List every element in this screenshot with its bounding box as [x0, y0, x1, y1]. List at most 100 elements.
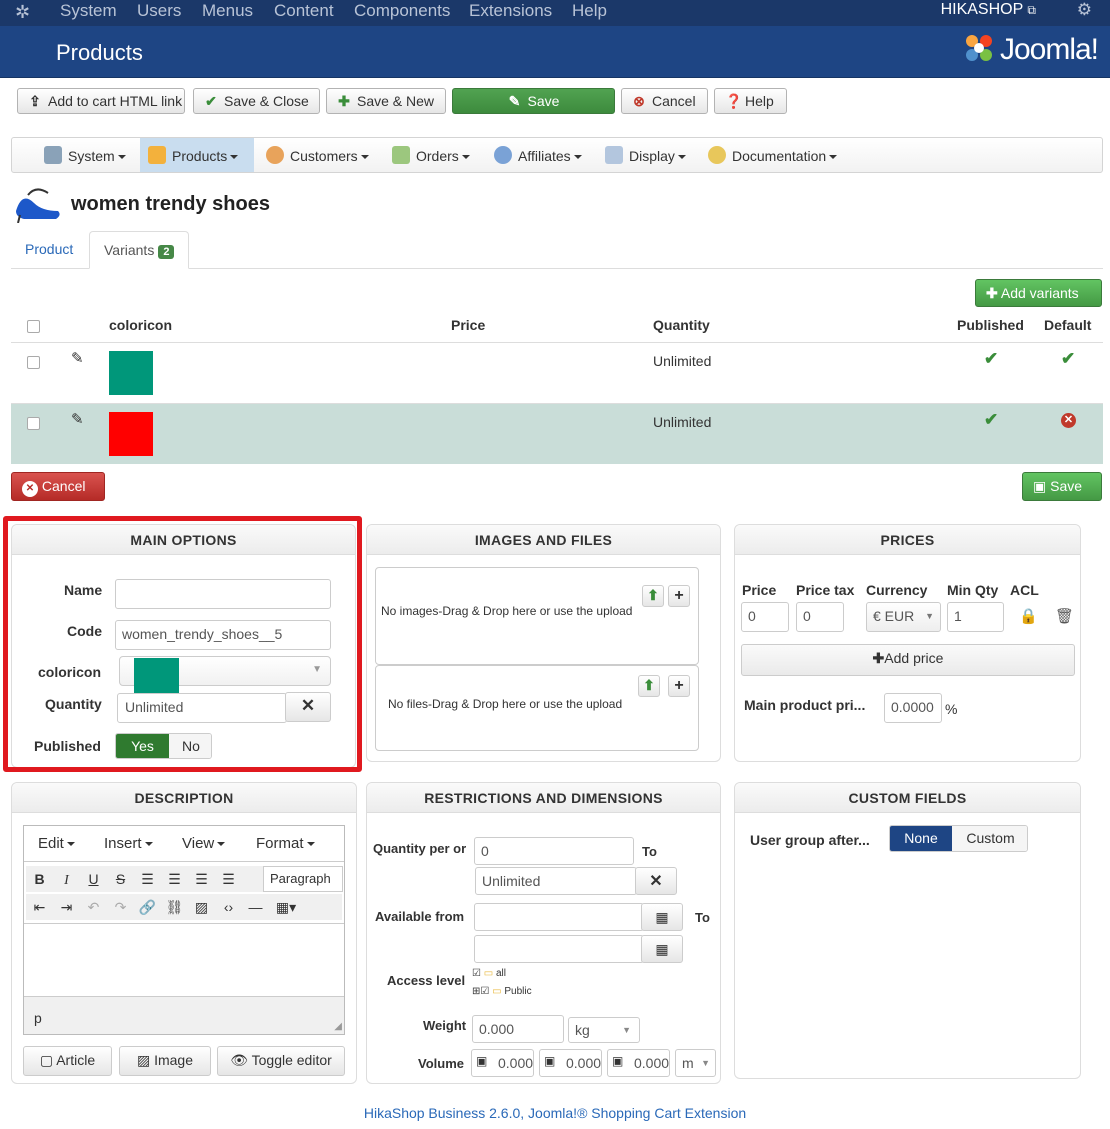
nav-system[interactable]: System	[36, 138, 134, 172]
nav-affiliates[interactable]: Affiliates	[486, 138, 590, 172]
available-to-input[interactable]	[474, 935, 644, 963]
save-close-button[interactable]: ✔ Save & Close	[193, 88, 320, 114]
table-row[interactable]: ✎ Unlimited ✔ ✔	[11, 342, 1103, 403]
access-node-public[interactable]: ⊞☑ ▭ Public	[472, 986, 532, 1004]
horizontal-rule-icon[interactable]: —	[242, 896, 269, 918]
restrictions-panel: RESTRICTIONS AND DIMENSIONS Quantity per…	[366, 782, 721, 1084]
align-center-icon[interactable]: ☰	[161, 868, 188, 890]
site-link[interactable]: HIKASHOP ⧉	[941, 1, 1036, 19]
code-icon[interactable]: ‹›	[215, 896, 242, 918]
strikethrough-icon[interactable]: S	[107, 868, 134, 890]
plus-icon: ✚	[986, 285, 998, 301]
nav-documentation[interactable]: Documentation	[700, 138, 845, 172]
align-right-icon[interactable]: ☰	[188, 868, 215, 890]
outdent-icon[interactable]: ⇤	[26, 896, 53, 918]
menu-components[interactable]: Components	[354, 1, 450, 21]
add-to-cart-html-button[interactable]: ⇪ Add to cart HTML link	[17, 88, 185, 114]
available-to-label: To	[695, 910, 710, 925]
access-node-all[interactable]: ☑ ▭ all	[472, 968, 532, 986]
bold-icon[interactable]: B	[26, 868, 53, 890]
available-to-calendar-button[interactable]: ▦	[641, 935, 683, 963]
default-check-icon[interactable]: ✔	[1061, 349, 1075, 369]
clear-qty-max-button[interactable]: ✕	[635, 867, 677, 895]
files-dropzone[interactable]: No files-Drag & Drop here or use the upl…	[375, 665, 699, 751]
edit-pencil-icon[interactable]: ✎	[71, 410, 84, 428]
volume-unit-select[interactable]: m ▼	[675, 1049, 716, 1077]
editor-content-area[interactable]	[24, 923, 344, 996]
unlink-icon[interactable]: ⛓	[161, 896, 188, 918]
editor-menu-view[interactable]: View	[182, 835, 226, 852]
qty-min-input[interactable]: 0	[474, 837, 634, 865]
underline-icon[interactable]: U	[80, 868, 107, 890]
image-icon[interactable]: ▨	[188, 896, 215, 918]
select-all-checkbox[interactable]	[27, 320, 40, 333]
link-icon[interactable]: 🔗	[134, 896, 161, 918]
nav-customers[interactable]: Customers	[258, 138, 377, 172]
table-row[interactable]: ✎ Unlimited ✔ ✕	[11, 403, 1103, 464]
joomla-icon[interactable]: ✲	[15, 2, 37, 22]
add-price-button[interactable]: ✚Add price	[741, 644, 1075, 676]
published-check-icon[interactable]: ✔	[984, 410, 998, 430]
price-tax-input[interactable]: 0	[796, 602, 844, 632]
menu-extensions[interactable]: Extensions	[469, 1, 552, 21]
min-qty-input[interactable]: 1	[947, 602, 1004, 632]
nav-products[interactable]: Products	[140, 138, 254, 172]
help-button[interactable]: ❓ Help	[714, 88, 787, 114]
paragraph-format-select[interactable]: Paragraph	[263, 866, 343, 892]
menu-users[interactable]: Users	[137, 1, 181, 21]
upload-image-icon[interactable]: ⬆	[642, 585, 664, 607]
add-variants-button[interactable]: ✚ Add variants	[975, 279, 1102, 307]
row-checkbox[interactable]	[27, 356, 40, 369]
lock-icon[interactable]: 🔒	[1019, 607, 1038, 625]
edit-pencil-icon[interactable]: ✎	[71, 349, 84, 367]
align-justify-icon[interactable]: ☰	[215, 868, 242, 890]
tab-product[interactable]: Product	[11, 231, 87, 269]
insert-image-button[interactable]: ▨ Image	[119, 1046, 211, 1076]
menu-menus[interactable]: Menus	[202, 1, 253, 21]
panel-title: PRICES	[735, 525, 1080, 555]
main-price-input[interactable]: 0.0000	[884, 693, 942, 723]
variant-save-button[interactable]: ▣ Save	[1022, 472, 1102, 501]
italic-icon[interactable]: I	[53, 870, 80, 892]
available-from-calendar-button[interactable]: ▦	[641, 903, 683, 931]
published-check-icon[interactable]: ✔	[984, 349, 998, 369]
weight-input[interactable]: 0.000	[472, 1015, 564, 1043]
editor-menu-insert[interactable]: Insert	[104, 835, 153, 852]
tab-variants[interactable]: Variants 2	[89, 231, 190, 269]
editor-menu-format[interactable]: Format	[256, 835, 315, 852]
table-icon[interactable]: ▦▾	[269, 896, 303, 918]
resize-handle-icon[interactable]: ◢	[334, 1021, 342, 1032]
insert-article-button[interactable]: ▢ Article	[23, 1046, 112, 1076]
nav-orders[interactable]: Orders	[384, 138, 478, 172]
menu-help[interactable]: Help	[572, 1, 607, 21]
user-group-custom[interactable]: Custom	[952, 826, 1027, 851]
toggle-editor-button[interactable]: 👁 Toggle editor	[217, 1046, 345, 1076]
editor-menu-edit[interactable]: Edit	[38, 835, 75, 852]
redo-icon[interactable]: ↷	[107, 896, 134, 918]
add-file-icon[interactable]: +	[668, 675, 690, 697]
images-dropzone[interactable]: No images-Drag & Drop here or use the up…	[375, 567, 699, 665]
available-from-input[interactable]	[474, 903, 644, 931]
qty-max-input[interactable]: Unlimited	[475, 867, 637, 895]
menu-content[interactable]: Content	[274, 1, 334, 21]
indent-icon[interactable]: ⇥	[53, 896, 80, 918]
cancel-button[interactable]: ⊗ Cancel	[621, 88, 708, 114]
variant-cancel-button[interactable]: ✕ Cancel	[11, 472, 105, 501]
gear-icon[interactable]: ⚙	[1077, 0, 1092, 20]
menu-system[interactable]: System	[60, 1, 117, 21]
not-default-x-icon[interactable]: ✕	[1061, 413, 1076, 428]
currency-select[interactable]: € EUR ▼	[866, 602, 941, 632]
row-checkbox[interactable]	[27, 417, 40, 430]
user-group-none[interactable]: None	[890, 826, 952, 851]
nav-display[interactable]: Display	[597, 138, 694, 172]
upload-file-icon[interactable]: ⬆	[638, 675, 660, 697]
save-button[interactable]: ✎ Save	[452, 88, 615, 114]
footer-link[interactable]: HikaShop Business 2.6.0, Joomla!® Shoppi…	[0, 1105, 1110, 1121]
save-new-button[interactable]: ✚ Save & New	[326, 88, 446, 114]
trash-icon[interactable]: 🗑	[1055, 607, 1074, 625]
add-image-icon[interactable]: +	[668, 585, 690, 607]
undo-icon[interactable]: ↶	[80, 896, 107, 918]
align-left-icon[interactable]: ☰	[134, 868, 161, 890]
weight-unit-select[interactable]: kg ▼	[568, 1017, 640, 1043]
price-input[interactable]: 0	[741, 602, 789, 632]
